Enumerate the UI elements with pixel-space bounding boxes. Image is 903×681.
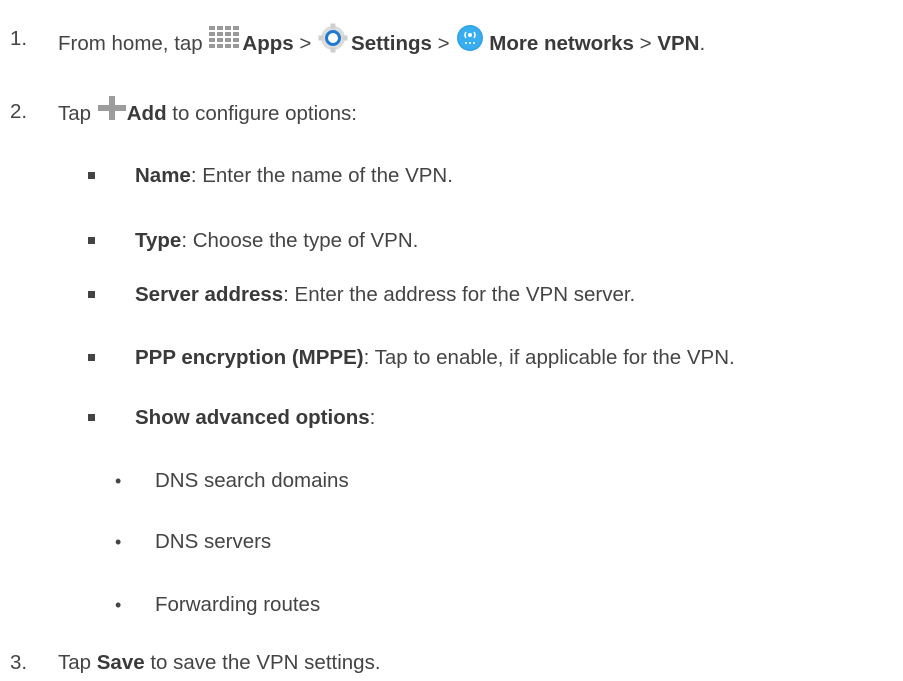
add-plus-icon — [97, 96, 127, 127]
step-number: 3. — [10, 651, 28, 674]
step-number: 1. — [10, 27, 28, 50]
option-label: Type — [135, 229, 182, 252]
square-bullet-icon — [88, 172, 95, 179]
square-bullet-icon — [88, 237, 95, 244]
step-text: Tap Add to configure options: — [58, 96, 357, 130]
apps-grid-icon — [208, 25, 242, 58]
option-label: PPP encryption (MPPE) — [135, 346, 364, 369]
option-description: : — [369, 406, 376, 429]
option-label: Server address — [135, 283, 284, 306]
bullet-glyph: • — [115, 595, 122, 615]
square-bullet-icon — [88, 414, 95, 421]
option-description: : Tap to enable, if applicable for the V… — [363, 346, 735, 369]
more-networks-icon — [455, 23, 489, 60]
settings-gear-icon — [317, 23, 351, 60]
step-text: Tap Save to save the VPN settings. — [58, 651, 381, 674]
step-number: 2. — [10, 100, 28, 123]
option-description: : Enter the address for the VPN server. — [283, 283, 636, 306]
option-label: Name — [135, 164, 191, 187]
bullet-glyph: • — [115, 532, 122, 552]
option-label: Show advanced options — [135, 406, 370, 429]
square-bullet-icon — [88, 291, 95, 298]
option-description: : Choose the type of VPN. — [181, 229, 419, 252]
option-description: : Enter the name of the VPN. — [190, 164, 453, 187]
square-bullet-icon — [88, 354, 95, 361]
bullet-glyph: • — [115, 471, 122, 491]
step-text: From home, tap Apps > Settings > More ne… — [58, 23, 705, 63]
